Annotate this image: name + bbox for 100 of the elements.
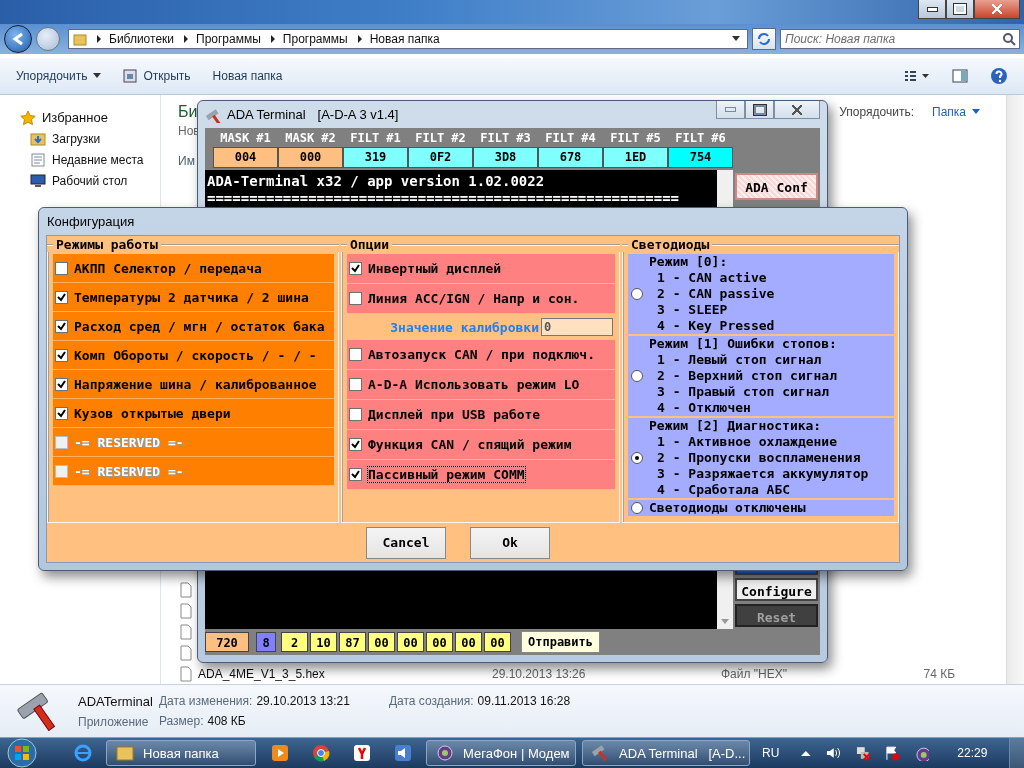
filter-label: FILT #4	[544, 130, 597, 147]
back-button[interactable]	[4, 25, 32, 53]
mode-option: 3 - SLEEP	[649, 302, 775, 318]
breadcrumb-item[interactable]: Программы	[196, 32, 261, 46]
browser-icon	[72, 743, 93, 763]
checkbox[interactable]	[349, 408, 362, 421]
library-title: Би	[178, 103, 198, 121]
radio-button[interactable]	[631, 452, 643, 464]
filter-label: MASK #2	[284, 130, 337, 147]
frame-field[interactable]: 87	[339, 632, 366, 652]
group-title: Опции	[350, 238, 390, 252]
checkbox[interactable]	[55, 377, 68, 391]
toolbar-button[interactable]: Упорядочить	[10, 65, 108, 87]
language-indicator[interactable]: RU	[762, 746, 780, 760]
field-value: 408 КБ	[207, 714, 246, 728]
browser-icon	[351, 743, 372, 763]
chevron-icon	[95, 34, 103, 44]
taskbar-button[interactable]: Новая папка	[106, 740, 257, 766]
document-icon	[30, 151, 46, 168]
caret-icon	[972, 109, 980, 115]
breadcrumb-item[interactable]: Библиотеки	[109, 32, 174, 46]
mode-option: 3 - Разряжается аккумулятор	[649, 466, 869, 482]
checkbox[interactable]	[349, 438, 362, 451]
taskbar-button[interactable]: МегаФон | Модем	[426, 740, 577, 766]
file-icon	[178, 581, 194, 598]
nav-item[interactable]: Избранное	[0, 107, 160, 128]
close-button[interactable]	[774, 101, 820, 119]
command-button[interactable]: ADA Conf	[735, 173, 818, 200]
checkbox[interactable]	[349, 468, 362, 481]
start-button[interactable]	[4, 738, 39, 768]
dialog-button[interactable]: Cancel	[366, 526, 446, 559]
filter-value[interactable]: 319	[343, 147, 408, 168]
frame-field[interactable]: 00	[484, 632, 511, 652]
frame-field[interactable]: 2	[281, 632, 308, 652]
breadcrumb-item[interactable]: Программы	[282, 32, 348, 46]
dialog-button[interactable]: Ok	[470, 526, 550, 559]
address-bar[interactable]: Библиотеки Программы Программы Новая папка	[68, 29, 748, 49]
clock[interactable]: 22:29	[957, 746, 988, 760]
frame-field[interactable]: 00	[426, 632, 453, 652]
window-subtitle: [A-D-A 3 v1.4]	[317, 107, 399, 122]
nav-item[interactable]: Недавние места	[0, 149, 160, 170]
nav-item[interactable]: Рабочий стол	[0, 170, 160, 191]
frame-field[interactable]: 8	[256, 632, 276, 652]
radio-button[interactable]	[631, 370, 643, 382]
frame-field[interactable]: 00	[397, 632, 424, 652]
folder-icon	[30, 130, 46, 147]
arrange-dropdown[interactable]: Папка	[932, 105, 966, 119]
filter-value[interactable]: 1ED	[603, 147, 668, 168]
radio-button[interactable]	[631, 502, 643, 514]
checkbox[interactable]	[55, 290, 68, 304]
group-title: Светодиоды	[631, 238, 710, 252]
filter-value[interactable]: 000	[278, 147, 343, 168]
frame-field[interactable]: 00	[455, 632, 482, 652]
toolbar-button[interactable]: Новая папка	[206, 65, 289, 87]
minimize-button[interactable]	[918, 0, 946, 19]
send-button[interactable]: Отправить	[521, 631, 601, 653]
close-button[interactable]	[974, 0, 1020, 19]
checkbox[interactable]	[55, 406, 68, 420]
checkbox[interactable]	[349, 292, 362, 305]
reset-button[interactable]: Reset	[735, 604, 818, 627]
mode-heading: Режим [1] Ошибки стопов:	[649, 336, 837, 352]
checkbox[interactable]	[349, 262, 362, 275]
maximize-button[interactable]	[946, 0, 974, 19]
frame-field[interactable]: 720	[205, 632, 249, 652]
file-icon	[178, 644, 194, 661]
radio-button[interactable]	[631, 288, 643, 300]
start-orb-icon	[6, 738, 37, 768]
mode-option: 4 - Отключен	[649, 400, 837, 416]
filter-value[interactable]: 678	[538, 147, 603, 168]
maximize-button[interactable]	[745, 101, 774, 119]
column-header[interactable]: Им	[178, 154, 195, 168]
mode-option: 1 - Активное охлаждение	[649, 434, 869, 450]
breadcrumb-item[interactable]: Новая папка	[369, 32, 440, 46]
frame-field[interactable]: 10	[310, 632, 337, 652]
scrollbar[interactable]	[1006, 95, 1024, 684]
frame-field[interactable]: 00	[368, 632, 395, 652]
file-icon	[178, 665, 194, 682]
checkbox[interactable]	[55, 319, 68, 333]
command-button[interactable]: Configure	[735, 578, 818, 601]
taskbar-button[interactable]: ADA Terminal [A-D...	[582, 740, 751, 766]
filter-value[interactable]: 0F2	[408, 147, 473, 168]
forward-button[interactable]	[36, 27, 60, 51]
filter-value[interactable]: 3D8	[473, 147, 538, 168]
search-field[interactable]: Поиск: Новая папка	[780, 29, 1020, 49]
calibration-field[interactable]: 0	[541, 318, 613, 336]
mode-heading: Светодиоды отключены	[649, 500, 806, 516]
filter-label: FILT #3	[479, 130, 532, 147]
filter-value[interactable]: 004	[213, 147, 278, 168]
checkbox[interactable]	[55, 348, 68, 362]
checkbox[interactable]	[349, 348, 362, 361]
toolbar-button[interactable]: Открыть	[117, 65, 197, 87]
chevron-icon	[268, 34, 277, 44]
refresh-button[interactable]	[752, 28, 776, 50]
checkbox[interactable]	[349, 378, 362, 391]
filter-value[interactable]: 754	[668, 147, 733, 168]
file-name[interactable]: ADA_4ME_V1_3_5.hex	[198, 666, 488, 681]
speaker-icon	[392, 743, 413, 763]
nav-item[interactable]: Загрузки	[0, 128, 160, 149]
filter-label: FILT #2	[414, 130, 467, 147]
checkbox[interactable]	[55, 261, 68, 275]
